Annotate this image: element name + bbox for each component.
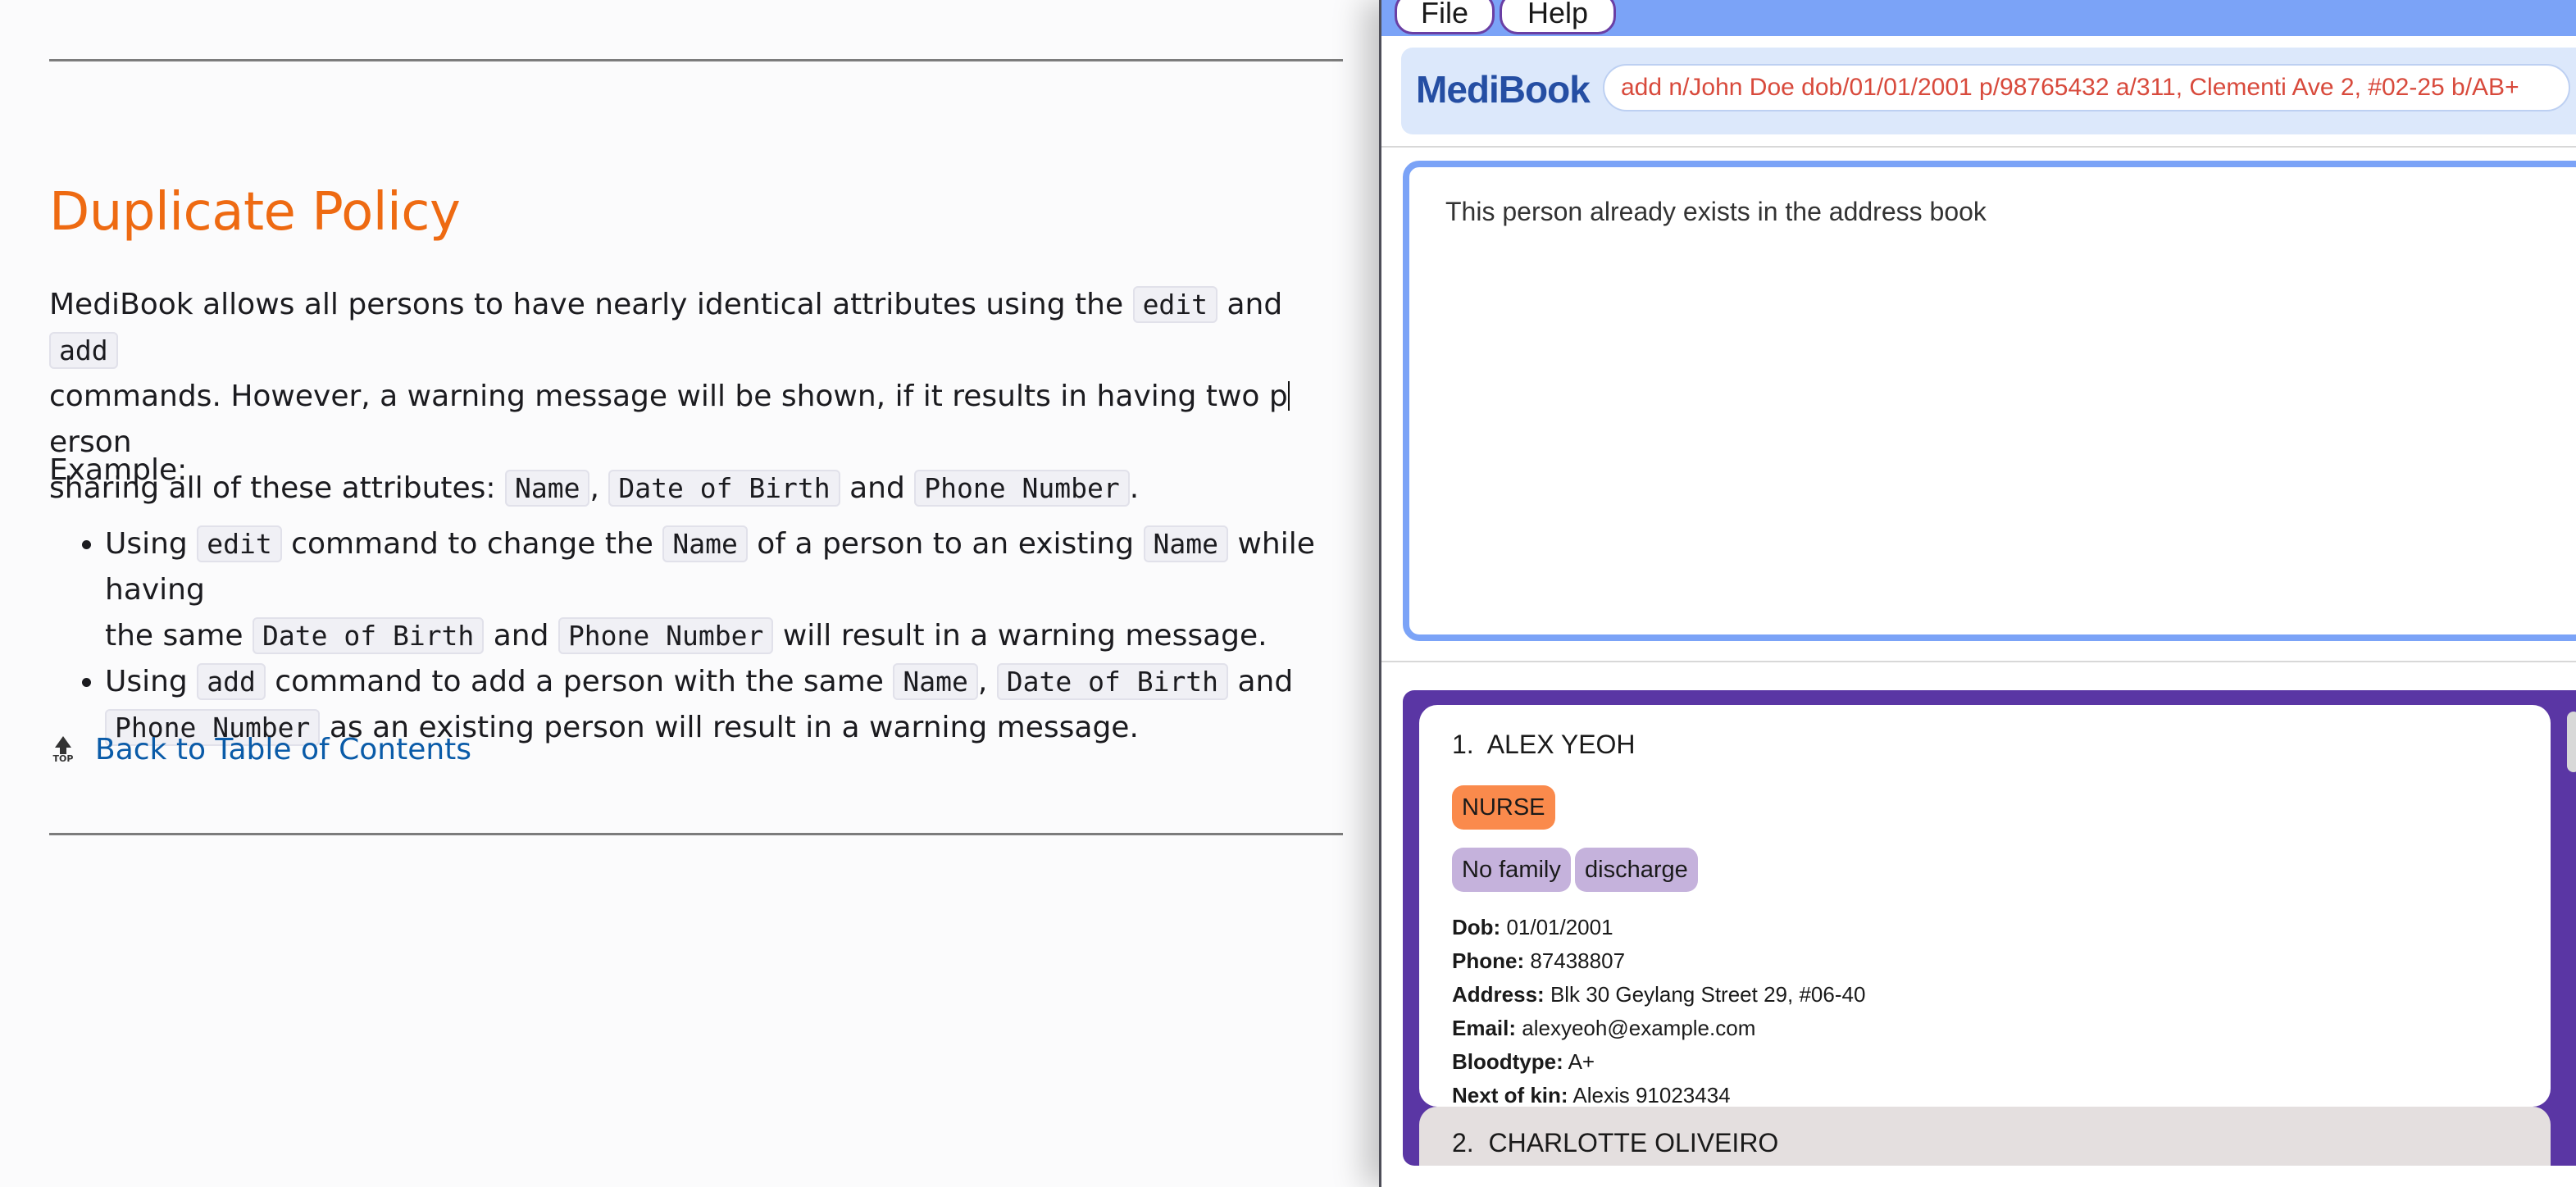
person-card[interactable]: 2. CHARLOTTE OLIVEIRO [1419, 1107, 2551, 1166]
person-name-text: ALEX YEOH [1486, 730, 1636, 759]
nok-value: Alexis 91023434 [1572, 1083, 1731, 1107]
text: command to change the [291, 527, 653, 561]
person-index: 2. [1452, 1128, 1474, 1157]
divider [1381, 661, 2576, 662]
dob-field: Dob: 01/01/2001 [1452, 915, 1613, 940]
result-message: This person already exists in the addres… [1445, 197, 1987, 226]
code-name: Name [662, 525, 748, 562]
code-phone: Phone Number [914, 470, 1130, 507]
code-name: Name [505, 470, 590, 507]
divider [49, 59, 1343, 61]
code-dob: Date of Birth [996, 663, 1229, 700]
back-to-toc-link[interactable]: TOP Back to Table of Contents [49, 733, 472, 766]
text: Using [105, 665, 188, 698]
text: commands. However, a warning message wil… [49, 380, 1288, 413]
person-card[interactable]: 1. ALEX YEOH NURSE No family discharge D… [1419, 705, 2551, 1107]
dob-value: 01/01/2001 [1506, 915, 1613, 939]
text: MediBook allows all persons to have near… [49, 288, 1124, 321]
code-add: add [49, 332, 118, 369]
menu-help[interactable]: Help [1500, 0, 1616, 34]
bloodtype-label: Bloodtype: [1452, 1049, 1563, 1074]
phone-field: Phone: 87438807 [1452, 948, 1625, 974]
example-label: Example: [49, 453, 188, 487]
role-tag: NURSE [1452, 785, 1555, 830]
next-of-kin-field: Next of kin: Alexis 91023434 [1452, 1083, 1731, 1108]
command-input[interactable] [1603, 64, 2570, 111]
code-edit: edit [1132, 286, 1218, 323]
text: command to add a person with the same [275, 665, 884, 698]
text: and [1237, 665, 1294, 698]
person-name-text: CHARLOTTE OLIVEIRO [1488, 1128, 1779, 1157]
text: will result in a warning message. [782, 619, 1268, 653]
list-item: Using edit command to change the Name of… [105, 521, 1400, 659]
code-dob: Date of Birth [253, 617, 485, 654]
email-field: Email: alexyeoh@example.com [1452, 1016, 1755, 1041]
phone-label: Phone: [1452, 948, 1525, 973]
code-phone: Phone Number [558, 617, 774, 654]
person-name: 2. CHARLOTTE OLIVEIRO [1452, 1128, 1778, 1158]
person-name: 1. ALEX YEOH [1452, 730, 1636, 760]
documentation-page: Duplicate Policy MediBook allows all per… [0, 0, 1377, 1187]
command-bar: MediBook [1401, 48, 2576, 134]
text: and [493, 619, 549, 653]
text: and [1227, 288, 1283, 321]
bloodtype-field: Bloodtype: A+ [1452, 1049, 1595, 1075]
address-label: Address: [1452, 982, 1545, 1007]
dob-label: Dob: [1452, 915, 1501, 939]
top-icon-label: TOP [52, 753, 74, 764]
text: the same [105, 619, 243, 653]
code-dob: Date of Birth [608, 470, 840, 507]
app-brand: MediBook [1416, 68, 1591, 111]
divider [1381, 146, 2576, 148]
text: of a person to an existing [757, 527, 1135, 561]
code-edit: edit [197, 525, 282, 562]
bloodtype-value: A+ [1568, 1049, 1595, 1074]
person-index: 1. [1452, 730, 1474, 759]
result-display[interactable]: This person already exists in the addres… [1403, 161, 2576, 641]
tag: No family [1452, 848, 1571, 892]
email-label: Email: [1452, 1016, 1517, 1040]
code-name: Name [1143, 525, 1228, 562]
tag: discharge [1575, 848, 1698, 892]
text: and [849, 471, 905, 505]
code-add: add [197, 663, 266, 700]
email-value: alexyeoh@example.com [1522, 1016, 1756, 1040]
back-link-label: Back to Table of Contents [95, 733, 472, 766]
text: Using [105, 527, 188, 561]
menu-file[interactable]: File [1395, 0, 1495, 34]
divider [49, 833, 1343, 835]
scrollbar-thumb[interactable] [2567, 712, 2576, 772]
medibook-window: File Help MediBook This person already e… [1379, 0, 2576, 1187]
policy-paragraph: MediBook allows all persons to have near… [49, 286, 1290, 507]
nok-label: Next of kin: [1452, 1083, 1568, 1107]
top-arrow-icon: TOP [49, 735, 77, 764]
address-value: Blk 30 Geylang Street 29, #06-40 [1550, 982, 1866, 1007]
code-name: Name [893, 663, 978, 700]
example-list: Using edit command to change the Name of… [49, 521, 1400, 751]
text-caret [1287, 381, 1290, 411]
section-heading: Duplicate Policy [49, 182, 461, 243]
person-list[interactable]: 1. ALEX YEOH NURSE No family discharge D… [1403, 690, 2576, 1166]
address-field: Address: Blk 30 Geylang Street 29, #06-4… [1452, 982, 1865, 1007]
phone-value: 87438807 [1530, 948, 1626, 973]
menu-bar: File Help [1381, 0, 2576, 36]
